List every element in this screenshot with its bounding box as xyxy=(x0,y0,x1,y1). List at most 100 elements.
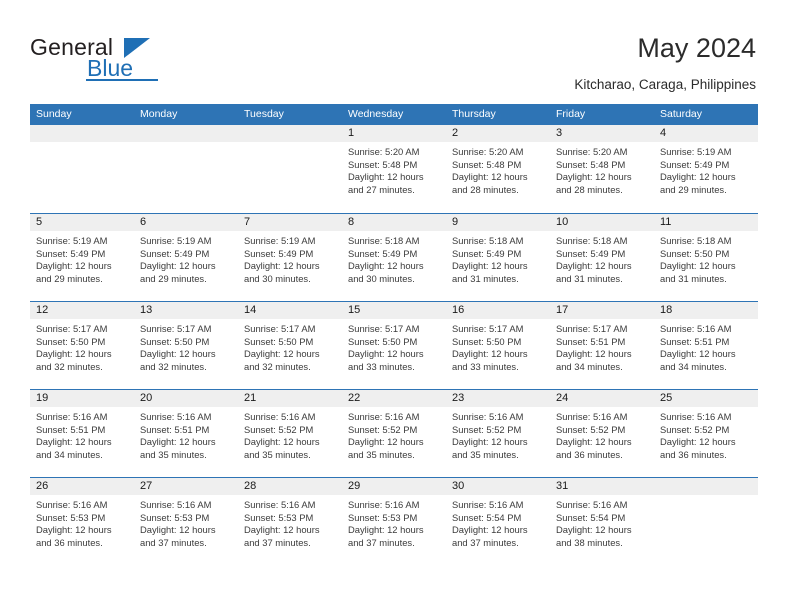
day-cell[interactable]: 26 Sunrise: 5:16 AM Sunset: 5:53 PM Dayl… xyxy=(30,478,134,565)
sunrise-sunset-calendar: Sunday Monday Tuesday Wednesday Thursday… xyxy=(30,104,758,565)
day-details: Sunrise: 5:20 AM Sunset: 5:48 PM Dayligh… xyxy=(342,142,446,196)
daylight-text-line2: and 35 minutes. xyxy=(140,448,207,460)
day-cell[interactable] xyxy=(30,125,134,213)
sunrise-text: Sunrise: 5:18 AM xyxy=(660,235,732,246)
daylight-text-line2: and 30 minutes. xyxy=(244,272,311,284)
daylight-text-line2: and 34 minutes. xyxy=(660,360,727,372)
day-cell[interactable]: 22 Sunrise: 5:16 AM Sunset: 5:52 PM Dayl… xyxy=(342,390,446,477)
sunrise-text: Sunrise: 5:16 AM xyxy=(660,323,732,334)
day-details xyxy=(134,142,238,146)
day-number: 17 xyxy=(550,302,654,319)
day-number: 7 xyxy=(238,214,342,231)
day-details: Sunrise: 5:16 AM Sunset: 5:54 PM Dayligh… xyxy=(446,495,550,549)
sunset-text: Sunset: 5:51 PM xyxy=(556,335,626,347)
sunrise-text: Sunrise: 5:16 AM xyxy=(244,499,316,510)
sunrise-text: Sunrise: 5:16 AM xyxy=(348,499,420,510)
daylight-text-line1: Daylight: 12 hours xyxy=(348,436,424,448)
day-details: Sunrise: 5:17 AM Sunset: 5:50 PM Dayligh… xyxy=(238,319,342,373)
day-number: 19 xyxy=(30,390,134,407)
day-cell[interactable]: 7 Sunrise: 5:19 AM Sunset: 5:49 PM Dayli… xyxy=(238,214,342,301)
day-cell[interactable]: 23 Sunrise: 5:16 AM Sunset: 5:52 PM Dayl… xyxy=(446,390,550,477)
day-cell[interactable]: 9 Sunrise: 5:18 AM Sunset: 5:49 PM Dayli… xyxy=(446,214,550,301)
page-subtitle-location: Kitcharao, Caraga, Philippines xyxy=(574,77,756,92)
day-cell[interactable]: 13 Sunrise: 5:17 AM Sunset: 5:50 PM Dayl… xyxy=(134,302,238,389)
sunset-text: Sunset: 5:52 PM xyxy=(660,423,730,435)
day-cell[interactable]: 21 Sunrise: 5:16 AM Sunset: 5:52 PM Dayl… xyxy=(238,390,342,477)
sunrise-text: Sunrise: 5:18 AM xyxy=(556,235,628,246)
daylight-text-line2: and 32 minutes. xyxy=(140,360,207,372)
sunset-text: Sunset: 5:51 PM xyxy=(660,335,730,347)
day-number xyxy=(238,125,342,142)
day-cell[interactable]: 18 Sunrise: 5:16 AM Sunset: 5:51 PM Dayl… xyxy=(654,302,758,389)
day-cell[interactable]: 24 Sunrise: 5:16 AM Sunset: 5:52 PM Dayl… xyxy=(550,390,654,477)
sunset-text: Sunset: 5:52 PM xyxy=(348,423,418,435)
week-row: 5 Sunrise: 5:19 AM Sunset: 5:49 PM Dayli… xyxy=(30,213,758,301)
general-blue-logo[interactable]: General Blue xyxy=(30,34,210,84)
page-header: General Blue May 2024 Kitcharao, Caraga,… xyxy=(0,0,792,104)
sunrise-text: Sunrise: 5:16 AM xyxy=(660,411,732,422)
day-number: 9 xyxy=(446,214,550,231)
day-cell[interactable]: 1 Sunrise: 5:20 AM Sunset: 5:48 PM Dayli… xyxy=(342,125,446,213)
day-number: 3 xyxy=(550,125,654,142)
day-details: Sunrise: 5:16 AM Sunset: 5:53 PM Dayligh… xyxy=(342,495,446,549)
day-cell[interactable]: 14 Sunrise: 5:17 AM Sunset: 5:50 PM Dayl… xyxy=(238,302,342,389)
sunset-text: Sunset: 5:50 PM xyxy=(660,247,730,259)
day-number xyxy=(654,478,758,495)
day-cell[interactable]: 28 Sunrise: 5:16 AM Sunset: 5:53 PM Dayl… xyxy=(238,478,342,565)
day-cell[interactable]: 29 Sunrise: 5:16 AM Sunset: 5:53 PM Dayl… xyxy=(342,478,446,565)
day-cell[interactable]: 25 Sunrise: 5:16 AM Sunset: 5:52 PM Dayl… xyxy=(654,390,758,477)
day-cell[interactable]: 6 Sunrise: 5:19 AM Sunset: 5:49 PM Dayli… xyxy=(134,214,238,301)
daylight-text-line1: Daylight: 12 hours xyxy=(36,524,112,536)
day-cell[interactable]: 8 Sunrise: 5:18 AM Sunset: 5:49 PM Dayli… xyxy=(342,214,446,301)
day-cell[interactable]: 30 Sunrise: 5:16 AM Sunset: 5:54 PM Dayl… xyxy=(446,478,550,565)
day-cell[interactable] xyxy=(134,125,238,213)
day-details: Sunrise: 5:19 AM Sunset: 5:49 PM Dayligh… xyxy=(238,231,342,285)
daylight-text-line1: Daylight: 12 hours xyxy=(556,171,632,183)
day-cell[interactable]: 16 Sunrise: 5:17 AM Sunset: 5:50 PM Dayl… xyxy=(446,302,550,389)
day-cell[interactable]: 5 Sunrise: 5:19 AM Sunset: 5:49 PM Dayli… xyxy=(30,214,134,301)
day-cell[interactable]: 2 Sunrise: 5:20 AM Sunset: 5:48 PM Dayli… xyxy=(446,125,550,213)
calendar-page: General Blue May 2024 Kitcharao, Caraga,… xyxy=(0,0,792,612)
day-cell[interactable]: 31 Sunrise: 5:16 AM Sunset: 5:54 PM Dayl… xyxy=(550,478,654,565)
day-cell[interactable]: 3 Sunrise: 5:20 AM Sunset: 5:48 PM Dayli… xyxy=(550,125,654,213)
day-details: Sunrise: 5:19 AM Sunset: 5:49 PM Dayligh… xyxy=(654,142,758,196)
sunset-text: Sunset: 5:53 PM xyxy=(140,511,210,523)
sunset-text: Sunset: 5:51 PM xyxy=(36,423,106,435)
day-details: Sunrise: 5:18 AM Sunset: 5:49 PM Dayligh… xyxy=(446,231,550,285)
sunrise-text: Sunrise: 5:18 AM xyxy=(452,235,524,246)
day-details: Sunrise: 5:16 AM Sunset: 5:53 PM Dayligh… xyxy=(134,495,238,549)
sunrise-text: Sunrise: 5:16 AM xyxy=(140,411,212,422)
day-cell[interactable]: 11 Sunrise: 5:18 AM Sunset: 5:50 PM Dayl… xyxy=(654,214,758,301)
day-cell[interactable]: 15 Sunrise: 5:17 AM Sunset: 5:50 PM Dayl… xyxy=(342,302,446,389)
daylight-text-line1: Daylight: 12 hours xyxy=(556,436,632,448)
daylight-text-line1: Daylight: 12 hours xyxy=(140,524,216,536)
sunrise-text: Sunrise: 5:20 AM xyxy=(348,146,420,157)
daylight-text-line2: and 38 minutes. xyxy=(556,536,623,548)
sunset-text: Sunset: 5:50 PM xyxy=(244,335,314,347)
day-cell[interactable]: 19 Sunrise: 5:16 AM Sunset: 5:51 PM Dayl… xyxy=(30,390,134,477)
day-cell[interactable]: 4 Sunrise: 5:19 AM Sunset: 5:49 PM Dayli… xyxy=(654,125,758,213)
sunset-text: Sunset: 5:50 PM xyxy=(140,335,210,347)
daylight-text-line1: Daylight: 12 hours xyxy=(140,260,216,272)
day-cell[interactable] xyxy=(654,478,758,565)
sunset-text: Sunset: 5:51 PM xyxy=(140,423,210,435)
day-number: 11 xyxy=(654,214,758,231)
daylight-text-line2: and 27 minutes. xyxy=(348,183,415,195)
sunrise-text: Sunrise: 5:17 AM xyxy=(452,323,524,334)
day-details: Sunrise: 5:16 AM Sunset: 5:51 PM Dayligh… xyxy=(30,407,134,461)
weekday-header-monday: Monday xyxy=(140,108,178,120)
day-cell[interactable]: 10 Sunrise: 5:18 AM Sunset: 5:49 PM Dayl… xyxy=(550,214,654,301)
day-cell[interactable]: 27 Sunrise: 5:16 AM Sunset: 5:53 PM Dayl… xyxy=(134,478,238,565)
day-cell[interactable] xyxy=(238,125,342,213)
day-cell[interactable]: 17 Sunrise: 5:17 AM Sunset: 5:51 PM Dayl… xyxy=(550,302,654,389)
daylight-text-line1: Daylight: 12 hours xyxy=(244,524,320,536)
daylight-text-line1: Daylight: 12 hours xyxy=(556,524,632,536)
daylight-text-line2: and 37 minutes. xyxy=(244,536,311,548)
day-details: Sunrise: 5:19 AM Sunset: 5:49 PM Dayligh… xyxy=(30,231,134,285)
day-cell[interactable]: 20 Sunrise: 5:16 AM Sunset: 5:51 PM Dayl… xyxy=(134,390,238,477)
page-title: May 2024 xyxy=(637,33,756,63)
sunrise-text: Sunrise: 5:16 AM xyxy=(556,411,628,422)
sunset-text: Sunset: 5:48 PM xyxy=(556,158,626,170)
day-details: Sunrise: 5:16 AM Sunset: 5:53 PM Dayligh… xyxy=(30,495,134,549)
day-cell[interactable]: 12 Sunrise: 5:17 AM Sunset: 5:50 PM Dayl… xyxy=(30,302,134,389)
